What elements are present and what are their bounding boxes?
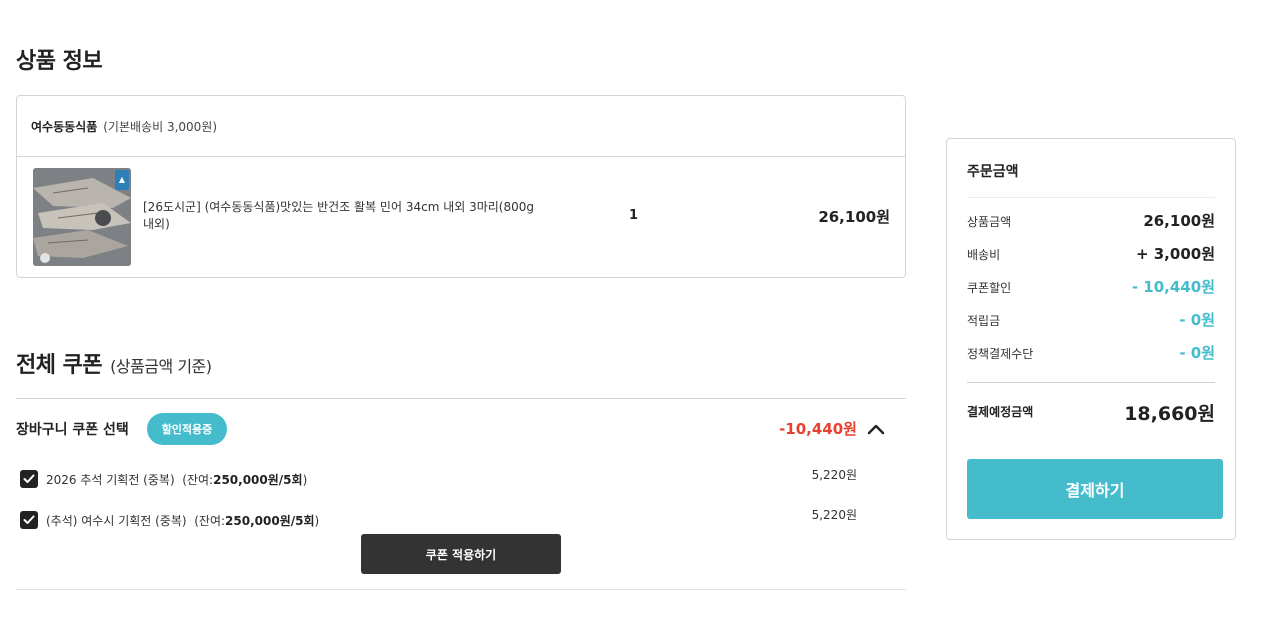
coupon-divider-bottom (16, 589, 906, 590)
summary-label-policy-payment: 정책결제수단 (967, 347, 1034, 361)
coupon-amount: 5,220원 (811, 468, 857, 482)
coupon-name: 2026 추석 기획전 (중복) (46, 472, 175, 487)
pay-button[interactable]: 결제하기 (967, 459, 1223, 519)
thumbnail-badge-icon: ▲ (115, 170, 129, 190)
coupon-section-title: 전체 쿠폰 (상품금액 기준) (16, 347, 212, 379)
product-name[interactable]: [26도시군] (여수동동식품)맛있는 반건조 활복 민어 34cm 내외 3마… (143, 199, 543, 233)
coupon-remain-suffix: ) (302, 472, 308, 487)
summary-value-product: 26,100원 (1143, 212, 1215, 230)
coupon-label: (추석) 여수시 기획전 (중복) (잔여:250,000원/5회) (46, 512, 319, 529)
product-thumbnail[interactable]: ▲ (33, 168, 131, 266)
coupon-total-discount: -10,440원 (779, 420, 857, 438)
coupon-checkbox[interactable] (20, 511, 38, 529)
coupon-remain-suffix: ) (314, 513, 320, 528)
product-item-row: ▲ [26도시군] (여수동동식품)맛있는 반건조 활복 민어 34cm 내외 … (17, 157, 905, 277)
discount-applied-badge: 할인적용중 (147, 413, 227, 445)
coupon-amount: 5,220원 (811, 508, 857, 522)
product-section-title: 상품 정보 (16, 49, 103, 74)
seller-row: 여수동동식품 (기본배송비 3,000원) (17, 96, 905, 157)
product-quantity: 1 (629, 208, 639, 223)
coupon-divider-top (16, 398, 906, 399)
coupon-remain-value: 250,000원/5회 (225, 513, 315, 528)
seller-shipping-note: (기본배송비 3,000원) (103, 119, 218, 134)
summary-title: 주문금액 (967, 164, 1019, 180)
seller-name: 여수동동식품 (31, 119, 98, 134)
chevron-up-icon[interactable] (866, 421, 886, 437)
coupon-label: 2026 추석 기획전 (중복) (잔여:250,000원/5회) (46, 471, 307, 488)
summary-divider (967, 382, 1215, 383)
summary-divider (967, 197, 1215, 198)
coupon-title-text: 전체 쿠폰 (16, 353, 103, 378)
summary-value-coupon: - 10,440원 (1131, 278, 1215, 296)
product-box: 여수동동식품 (기본배송비 3,000원) ▲ [26도시군] (여수동동식품)… (16, 95, 906, 278)
summary-value-policy-payment: - 0원 (1179, 344, 1215, 362)
coupon-item[interactable]: (추석) 여수시 기획전 (중복) (잔여:250,000원/5회) (20, 510, 319, 530)
coupon-checkbox[interactable] (20, 470, 38, 488)
coupon-remain-prefix: (잔여: (194, 513, 226, 528)
summary-label-points: 적립금 (967, 314, 1001, 328)
summary-label-product: 상품금액 (967, 215, 1012, 229)
summary-label-shipping: 배송비 (967, 248, 1001, 262)
final-amount-value: 18,660원 (1124, 403, 1215, 425)
coupon-title-subtitle: (상품금액 기준) (110, 357, 212, 376)
check-icon (23, 515, 35, 524)
coupon-remain-value: 250,000원/5회 (213, 472, 303, 487)
apply-coupon-button[interactable]: 쿠폰 적용하기 (361, 534, 561, 574)
order-summary-panel: 주문금액 상품금액 26,100원 배송비 + 3,000원 쿠폰할인 - 10… (946, 138, 1236, 540)
check-icon (23, 474, 35, 483)
coupon-item[interactable]: 2026 추석 기획전 (중복) (잔여:250,000원/5회) (20, 469, 307, 489)
final-amount-label: 결제예정금액 (967, 405, 1034, 419)
product-price: 26,100원 (818, 208, 890, 226)
cart-coupon-label: 장바구니 쿠폰 선택 (16, 422, 129, 438)
summary-value-shipping: + 3,000원 (1135, 245, 1215, 263)
summary-value-points: - 0원 (1179, 311, 1215, 329)
summary-label-coupon: 쿠폰할인 (967, 281, 1012, 295)
coupon-name: (추석) 여수시 기획전 (중복) (46, 513, 187, 528)
coupon-remain-prefix: (잔여: (182, 472, 214, 487)
